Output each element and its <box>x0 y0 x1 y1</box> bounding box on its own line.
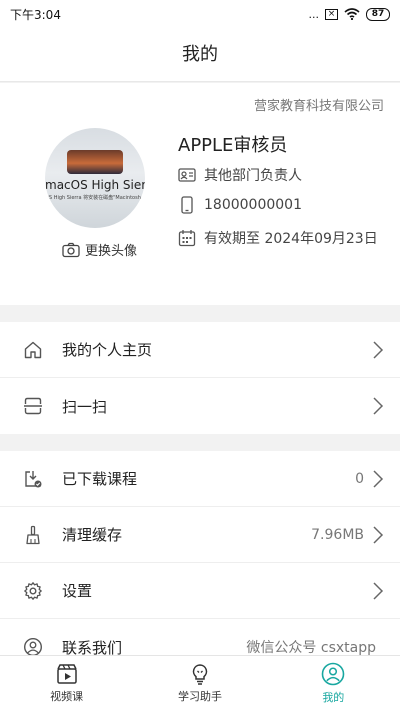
camera-icon <box>62 242 80 257</box>
bottom-tab-bar: 视频课 学习助手 我的 <box>0 655 400 711</box>
chevron-right-icon <box>373 525 384 544</box>
menu-item-homepage[interactable]: 我的个人主页 <box>0 322 400 378</box>
menu-item-label: 清理缓存 <box>62 526 123 544</box>
brush-icon <box>26 525 40 544</box>
gear-icon <box>24 581 42 600</box>
wifi-icon <box>344 8 360 20</box>
menu-item-value: 7.96MB <box>311 526 364 543</box>
sim-x-icon: × <box>325 8 338 20</box>
menu-item-downloaded-courses[interactable]: 已下载课程 0 <box>0 451 400 507</box>
menu-item-clear-cache[interactable]: 清理缓存 7.96MB <box>0 507 400 563</box>
user-name: APPLE审核员 <box>178 135 288 156</box>
profile-card: 营家教育科技有限公司 macOS High Sierra OS High Sie… <box>0 83 400 305</box>
validity-text: 有效期至 2024年09月23日 <box>204 231 378 247</box>
menu-item-label: 已下载课程 <box>62 470 138 488</box>
menu-item-value: 0 <box>355 470 364 487</box>
battery-icon: 87 <box>366 7 390 21</box>
id-card-icon <box>178 168 196 182</box>
menu-item-label: 我的个人主页 <box>62 341 153 359</box>
home-icon <box>24 341 42 358</box>
validity-row: 有效期至 2024年09月23日 <box>178 228 378 248</box>
avatar-wallpaper <box>67 150 123 174</box>
status-icons: ... × 87 <box>308 7 390 21</box>
department-row: 其他部门负责人 <box>178 165 302 185</box>
menu-item-settings[interactable]: 设置 <box>0 563 400 619</box>
page-title: 我的 <box>0 28 400 82</box>
profile-icon <box>322 662 345 686</box>
menu-item-label: 扫一扫 <box>62 397 108 416</box>
calendar-icon <box>178 230 196 247</box>
chevron-right-icon <box>373 469 384 488</box>
status-bar: 下午3:04 ... × 87 <box>0 0 400 28</box>
menu-item-label: 设置 <box>62 582 93 600</box>
tab-mine[interactable]: 我的 <box>267 656 400 711</box>
download-icon <box>25 470 42 487</box>
video-icon <box>56 664 77 684</box>
menu-item-scan[interactable]: 扫一扫 <box>0 378 400 434</box>
company-name: 营家教育科技有限公司 <box>253 99 384 114</box>
tab-video-courses[interactable]: 视频课 <box>0 656 133 711</box>
avatar[interactable]: macOS High Sierra OS High Sierra 将安装在磁盘"… <box>45 128 145 228</box>
more-dots-icon: ... <box>308 7 320 21</box>
phone-row: 18000000001 <box>178 196 302 214</box>
menu-group-2: 已下载课程 0 清理缓存 7.96MB 设置 联系我们 微信公众号 csxtap… <box>0 451 400 675</box>
tab-study-assistant[interactable]: 学习助手 <box>133 656 266 711</box>
menu-group-1: 我的个人主页 扫一扫 <box>0 322 400 434</box>
phone-icon <box>181 196 193 214</box>
status-time: 下午3:04 <box>10 7 61 22</box>
scan-icon <box>24 397 42 415</box>
menu-item-value: 微信公众号 csxtapp <box>246 640 376 656</box>
contact-icon <box>23 637 43 657</box>
avatar-text-big: macOS High Sierra <box>45 178 145 192</box>
tab-label: 我的 <box>322 691 345 704</box>
chevron-right-icon <box>373 581 384 600</box>
department-text: 其他部门负责人 <box>204 168 302 184</box>
phone-text: 18000000001 <box>204 197 302 213</box>
change-avatar-label: 更换头像 <box>85 244 138 259</box>
change-avatar-button[interactable]: 更换头像 <box>62 240 137 259</box>
chevron-right-icon <box>373 340 384 359</box>
chevron-right-icon <box>373 397 384 415</box>
tab-label: 学习助手 <box>177 690 222 703</box>
avatar-text-small: OS High Sierra 将安装在磁盘"Macintosh HD" <box>45 195 145 201</box>
tab-label: 视频课 <box>50 690 84 703</box>
lightbulb-icon <box>192 664 208 685</box>
